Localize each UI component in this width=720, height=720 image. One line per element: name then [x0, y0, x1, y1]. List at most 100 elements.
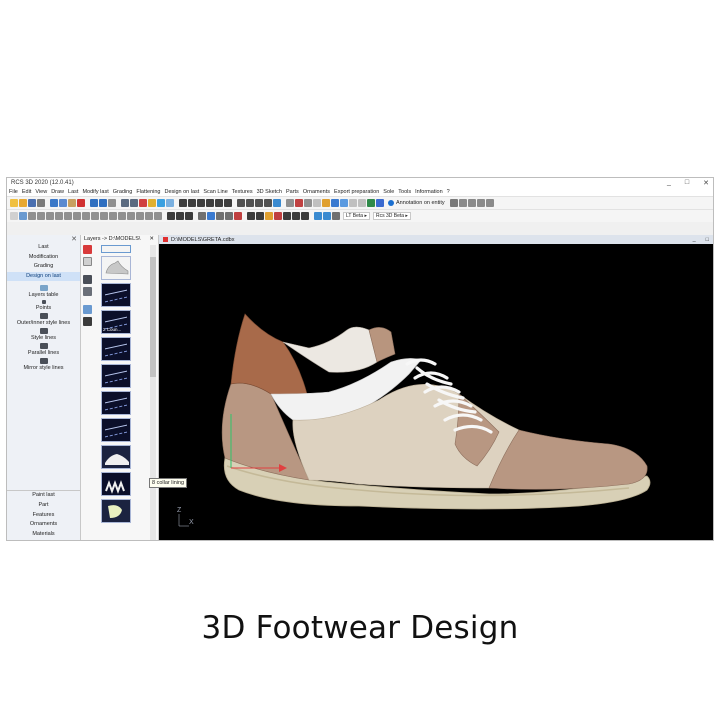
- arc-icon[interactable]: [55, 212, 63, 220]
- menu-file[interactable]: File: [9, 189, 18, 195]
- view-front-icon[interactable]: [331, 199, 339, 207]
- filter-icon[interactable]: [83, 275, 92, 284]
- rcs3d-beta-button[interactable]: Rcs 3D Beta ▸: [372, 212, 411, 220]
- color-swatch-icon[interactable]: [83, 245, 92, 254]
- dimension-icon[interactable]: [145, 212, 153, 220]
- shoe-view-6-icon[interactable]: [224, 199, 232, 207]
- open-icon[interactable]: [19, 199, 27, 207]
- last-icon[interactable]: [167, 212, 175, 220]
- menu-flattening[interactable]: Flattening: [136, 189, 160, 195]
- circle-icon[interactable]: [64, 212, 72, 220]
- document-minimize-button[interactable]: _: [693, 237, 696, 243]
- shoe-tool-6-icon[interactable]: [292, 212, 300, 220]
- brush-icon[interactable]: [255, 199, 263, 207]
- tool-style-lines[interactable]: Style lines: [7, 328, 80, 341]
- view-top-icon[interactable]: [349, 199, 357, 207]
- layer-thumb-last[interactable]: [101, 256, 131, 280]
- shoe-tool-1-icon[interactable]: [247, 212, 255, 220]
- nav-item-part[interactable]: Part: [7, 501, 80, 511]
- maximize-button[interactable]: □: [685, 179, 689, 187]
- layer-settings-icon[interactable]: [83, 287, 92, 296]
- layer-thumb-counter[interactable]: 2 Coun...: [101, 310, 131, 334]
- filter-icon[interactable]: [121, 199, 129, 207]
- copy-icon[interactable]: [59, 199, 67, 207]
- shoe-view-1-icon[interactable]: [179, 199, 187, 207]
- menu-last[interactable]: Last: [68, 189, 78, 195]
- split-icon[interactable]: [127, 212, 135, 220]
- paste-icon[interactable]: [68, 199, 76, 207]
- line-icon[interactable]: [28, 212, 36, 220]
- view-3d-icon[interactable]: [358, 199, 366, 207]
- select-icon[interactable]: [10, 212, 18, 220]
- shoe-tool-7-icon[interactable]: [301, 212, 309, 220]
- layer-3-icon[interactable]: [304, 199, 312, 207]
- menu-parts[interactable]: Parts: [286, 189, 299, 195]
- shoe-tool-3-icon[interactable]: [265, 212, 273, 220]
- menu-design-on-last[interactable]: Design on last: [164, 189, 199, 195]
- nav-item-design-on-last[interactable]: Design on last: [7, 271, 80, 281]
- menu-help[interactable]: ?: [447, 189, 450, 195]
- layer-thumb[interactable]: [101, 472, 131, 496]
- rotate-icon[interactable]: [273, 199, 281, 207]
- draw-icon[interactable]: [207, 212, 215, 220]
- render-icon[interactable]: [467, 199, 476, 207]
- tool-parallel-lines[interactable]: Parallel lines: [7, 343, 80, 356]
- menu-modify-last[interactable]: Modify last: [82, 189, 108, 195]
- shoe-view-3-icon[interactable]: [197, 199, 205, 207]
- filter-add-icon[interactable]: [130, 199, 138, 207]
- menu-draw[interactable]: Draw: [51, 189, 64, 195]
- layer-shape-icon[interactable]: [83, 317, 92, 326]
- shoe-view-2-icon[interactable]: [188, 199, 196, 207]
- settings-icon[interactable]: [332, 212, 340, 220]
- menu-ornaments[interactable]: Ornaments: [303, 189, 330, 195]
- nav-item-paint-last[interactable]: Paint last: [7, 491, 80, 501]
- menu-textures[interactable]: Textures: [232, 189, 253, 195]
- spline-icon[interactable]: [46, 212, 54, 220]
- menu-edit[interactable]: Edit: [22, 189, 31, 195]
- add-icon[interactable]: [157, 199, 165, 207]
- offset-icon[interactable]: [82, 212, 90, 220]
- unlink-icon[interactable]: [323, 212, 331, 220]
- menu-view[interactable]: View: [35, 189, 47, 195]
- wire-icon[interactable]: [198, 212, 206, 220]
- rectangle-icon[interactable]: [73, 212, 81, 220]
- close-button[interactable]: ✕: [703, 179, 709, 187]
- menu-scan-line[interactable]: Scan Line: [203, 189, 227, 195]
- link-icon[interactable]: [314, 212, 322, 220]
- minimize-button[interactable]: _: [667, 179, 671, 187]
- layer-thumb[interactable]: [101, 418, 131, 442]
- 3d-viewport[interactable]: Z X: [159, 244, 713, 540]
- properties-icon[interactable]: [108, 199, 116, 207]
- shoe-view-5-icon[interactable]: [215, 199, 223, 207]
- nav-item-last[interactable]: Last: [7, 243, 80, 253]
- tool-outer-inner-style-lines[interactable]: Outer/inner style lines: [7, 313, 80, 326]
- text-icon[interactable]: [136, 212, 144, 220]
- layer-thumb[interactable]: [101, 337, 131, 361]
- shoe-tool-5-icon[interactable]: [283, 212, 291, 220]
- nav-item-features[interactable]: Features: [7, 511, 80, 521]
- shoe-view-4-icon[interactable]: [206, 199, 214, 207]
- marker-icon[interactable]: [154, 212, 162, 220]
- delete-icon[interactable]: [77, 199, 85, 207]
- material-icon[interactable]: [476, 199, 485, 207]
- paint-icon[interactable]: [322, 199, 330, 207]
- shoe-tool-2-icon[interactable]: [256, 212, 264, 220]
- trim-icon[interactable]: [100, 212, 108, 220]
- layer-thumb[interactable]: [101, 445, 131, 469]
- heel-icon[interactable]: [237, 199, 245, 207]
- frame-icon[interactable]: [449, 199, 458, 207]
- filter-remove-icon[interactable]: [139, 199, 147, 207]
- document-maximize-button[interactable]: □: [706, 237, 709, 243]
- sneaker-model[interactable]: Z X: [159, 244, 711, 533]
- document-name[interactable]: D:\MODELS\GRETA.cdbx: [163, 237, 234, 243]
- volume-icon[interactable]: [376, 199, 384, 207]
- join-icon[interactable]: [118, 212, 126, 220]
- measure-icon[interactable]: [166, 199, 174, 207]
- menu-3d-sketch[interactable]: 3D Sketch: [257, 189, 282, 195]
- lt-beta-button[interactable]: LT Beta ▸: [343, 212, 370, 220]
- tool-layers-table[interactable]: Layers table: [7, 285, 80, 298]
- shoe-tool-4-icon[interactable]: [274, 212, 282, 220]
- tool-mirror-style-lines[interactable]: Mirror style lines: [7, 358, 80, 371]
- new-icon[interactable]: [10, 199, 18, 207]
- spray-icon[interactable]: [264, 199, 272, 207]
